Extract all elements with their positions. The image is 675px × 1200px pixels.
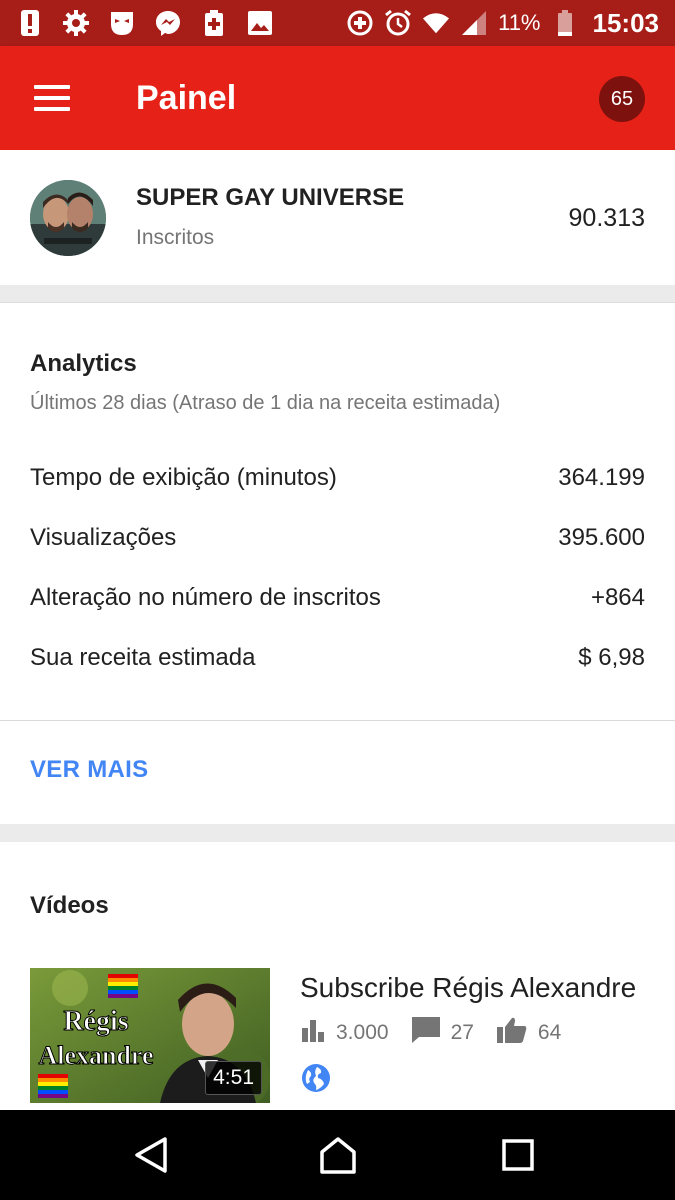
status-bar-notifications [16,0,274,46]
clock: 15:03 [592,7,660,38]
data-saver-icon [346,9,374,37]
metric-label: Tempo de exibição (minutos) [30,464,337,491]
channel-avatar [30,180,106,256]
metric-value: $ 6,98 [578,644,645,671]
video-stats: 3.000 27 64 [300,1014,583,1052]
metric-value: 364.199 [558,464,645,491]
recents-button[interactable] [495,1132,541,1178]
back-button[interactable] [128,1132,174,1178]
navigation-bar [0,1110,675,1200]
comments-stat: 27 [411,1016,474,1050]
gear-icon [62,9,90,37]
battery-icon [551,9,579,37]
metric-label: Alteração no número de inscritos [30,584,381,611]
bar-chart-icon [300,1018,326,1048]
home-icon [320,1137,356,1174]
channel-name: SUPER GAY UNIVERSE [136,184,405,211]
mask-app-icon [108,9,136,37]
recents-icon [502,1139,534,1171]
metric-row: Tempo de exibição (minutos) 364.199 [30,458,645,498]
metric-label: Visualizações [30,524,177,551]
analytics-subtitle: Últimos 28 dias (Atraso de 1 dia na rece… [30,392,501,414]
status-bar: 11% 15:03 [0,0,675,46]
metric-row: Sua receita estimada $ 6,98 [30,638,645,678]
metric-row: Visualizações 395.600 [30,518,645,558]
home-button[interactable] [315,1132,361,1178]
thumbnail-text: Régis [63,1006,128,1037]
menu-button[interactable] [28,76,76,120]
views-stat: 3.000 [300,1018,389,1048]
likes-stat: 64 [496,1016,561,1050]
notification-badge[interactable]: 65 [599,76,645,122]
video-title[interactable]: Subscribe Régis Alexandre [300,972,645,1004]
battery-saver-icon [200,9,228,37]
battery-percent: 11% [498,10,541,35]
metric-row: Alteração no número de inscritos +864 [30,578,645,618]
metric-label: Sua receita estimada [30,644,256,671]
comment-icon [411,1016,441,1050]
menu-icon [34,85,70,89]
metric-value: +864 [590,584,645,611]
alarm-icon [384,9,412,37]
globe-icon [300,1062,332,1094]
analytics-title: Analytics [30,350,137,377]
video-duration: 4:51 [205,1061,262,1095]
image-icon [246,9,274,37]
video-thumbnail[interactable]: Régis Alexandre 4:51 [30,968,270,1103]
analytics-card [0,302,675,824]
page-title: Painel [136,79,237,117]
status-bar-system: 11% 15:03 [346,0,659,46]
videos-title: Vídeos [30,892,109,919]
subscribers-count: 90.313 [568,204,645,232]
messenger-icon [154,9,182,37]
likes-count: 64 [537,1021,562,1044]
back-icon [135,1137,167,1173]
divider [0,720,675,721]
see-more-link[interactable]: VER MAIS [30,756,148,784]
subscribers-label: Inscritos [136,226,215,249]
signal-icon [460,9,488,37]
wifi-icon [422,9,450,37]
app-bar: Painel 65 [0,46,675,150]
views-count: 3.000 [336,1021,389,1044]
metric-value: 395.600 [558,524,645,551]
thumbnail-text: Alexandre [38,1041,153,1070]
comments-count: 27 [450,1021,474,1044]
alert-icon [16,9,44,37]
thumbs-up-icon [496,1016,528,1050]
